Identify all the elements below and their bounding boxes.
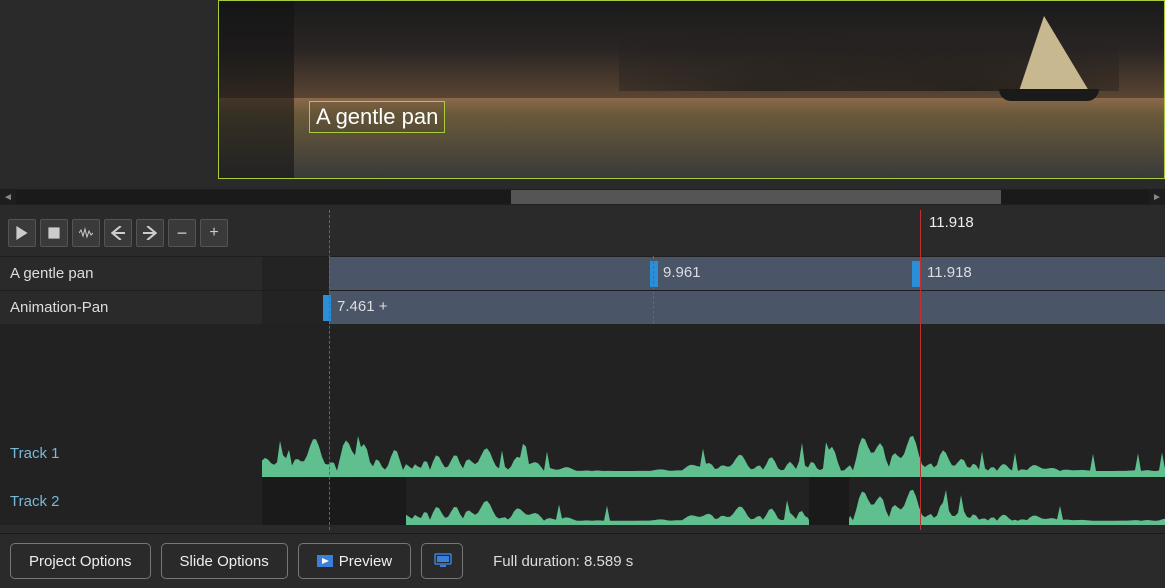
object-track-label: A gentle pan [0, 265, 262, 282]
timeline-empty-area [0, 324, 1165, 429]
waveform-icon [79, 226, 93, 240]
object-tracks: A gentle pan 9.961 11.918 Animation-Pan … [0, 256, 1165, 324]
scrollbar-thumb[interactable] [511, 190, 1001, 204]
audio-waveform[interactable] [262, 429, 1165, 477]
zoom-in-button[interactable]: + [200, 219, 228, 247]
timeline-ruler[interactable]: 11.918 [329, 210, 1165, 256]
preview-canvas[interactable]: A gentle pan [218, 0, 1165, 179]
keyframe-guide-line [653, 256, 654, 324]
scroll-right-icon[interactable]: ► [1149, 189, 1165, 205]
audio-track-label: Track 1 [0, 445, 262, 462]
project-options-button[interactable]: Project Options [10, 543, 151, 579]
slide-options-button[interactable]: Slide Options [161, 543, 288, 579]
caption-text-object[interactable]: A gentle pan [309, 101, 445, 133]
keyframe-time-label: 7.461 + [337, 298, 387, 315]
preview-button[interactable]: Preview [298, 543, 411, 579]
object-track-label: Animation-Pan [0, 299, 262, 316]
object-track-1[interactable]: Animation-Pan 7.461 + [0, 290, 1165, 324]
boat-graphic [989, 16, 1109, 116]
arrow-right-icon [143, 226, 157, 240]
full-duration-label: Full duration: 8.589 s [493, 553, 633, 570]
stop-icon [47, 226, 61, 240]
keyframe-marker[interactable] [650, 261, 658, 287]
prev-keyframe-button[interactable] [104, 219, 132, 247]
audio-track-2[interactable]: Track 2 [0, 477, 1165, 525]
start-marker-line [329, 210, 330, 530]
scroll-left-icon[interactable]: ◄ [0, 189, 16, 205]
bottom-toolbar: Project Options Slide Options Preview Fu… [0, 533, 1165, 588]
preview-button-label: Preview [339, 553, 392, 570]
arrow-left-icon [111, 226, 125, 240]
monitor-icon [434, 553, 450, 569]
audio-waveform[interactable] [262, 477, 1165, 525]
audio-track-1[interactable]: Track 1 [0, 429, 1165, 477]
audio-gap [809, 477, 849, 525]
waveform-toggle-button[interactable] [72, 219, 100, 247]
keyframe-marker[interactable] [912, 261, 920, 287]
play-icon [15, 226, 29, 240]
zoom-out-button[interactable]: − [168, 219, 196, 247]
playhead-line[interactable] [920, 210, 921, 530]
horizontal-scrollbar[interactable]: ◄ ► [0, 189, 1165, 205]
keyframe-time-label: 9.961 [663, 264, 701, 281]
object-track-lane[interactable]: 9.961 11.918 [329, 257, 1165, 291]
preview-panel: A gentle pan [0, 0, 1165, 188]
object-track-0[interactable]: A gentle pan 9.961 11.918 [0, 256, 1165, 290]
playhead-time-label: 11.918 [929, 214, 974, 231]
next-keyframe-button[interactable] [136, 219, 164, 247]
keyframe-time-label: 11.918 [927, 264, 972, 281]
scrollbar-track[interactable] [16, 190, 1149, 204]
audio-track-label: Track 2 [0, 493, 262, 510]
stop-button[interactable] [40, 219, 68, 247]
play-button[interactable] [8, 219, 36, 247]
audio-gap [262, 477, 406, 525]
publish-button[interactable] [421, 543, 463, 579]
object-track-lane[interactable]: 7.461 + [329, 291, 1165, 325]
preview-icon [317, 553, 333, 569]
